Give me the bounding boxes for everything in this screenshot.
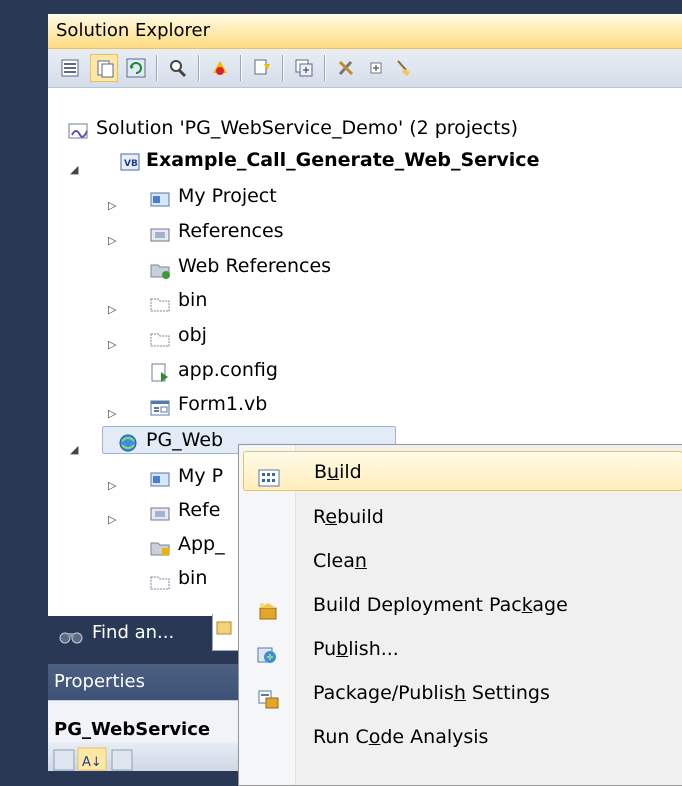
expand-arrow-icon[interactable]: ▷ bbox=[108, 225, 116, 257]
menu-item-label: Package/Publish Settings bbox=[313, 682, 550, 704]
menu-item-label: Publish... bbox=[313, 638, 399, 660]
solution-explorer-title: Solution Explorer bbox=[56, 20, 210, 41]
svg-text:VB: VB bbox=[124, 159, 138, 169]
expand-arrow-icon[interactable]: ▷ bbox=[108, 329, 116, 361]
show-all-files-icon[interactable] bbox=[90, 54, 118, 82]
toolbar-separator bbox=[282, 55, 284, 81]
menu-item-run-code-analysis[interactable]: Run Code Analysis bbox=[243, 717, 682, 757]
properties-icon[interactable] bbox=[56, 54, 84, 82]
publish-icon bbox=[257, 639, 279, 663]
menu-item-label: Build Deployment Package bbox=[313, 594, 568, 616]
config-file-icon bbox=[150, 361, 170, 382]
web-references-folder-icon bbox=[150, 257, 170, 279]
web-project-icon bbox=[118, 431, 138, 452]
expand-arrow-icon[interactable]: ▷ bbox=[108, 190, 116, 222]
menu-item-label: Clean bbox=[313, 550, 367, 572]
toolbar-separator bbox=[324, 55, 326, 81]
menu-item-package-publish-settings[interactable]: Package/Publish Settings bbox=[243, 673, 682, 713]
menu-item-label: Rebuild bbox=[313, 506, 384, 528]
menu-item-clean[interactable]: Clean bbox=[243, 541, 682, 581]
expand-icon[interactable] bbox=[362, 54, 390, 82]
menu-item-build-deployment-package[interactable]: Build Deployment Package bbox=[243, 585, 682, 625]
view-class-diagram-icon[interactable] bbox=[164, 54, 192, 82]
project-context-menu: Build Rebuild Clean Build Deployment Pac… bbox=[238, 444, 682, 786]
sweep-icon[interactable] bbox=[390, 54, 418, 82]
vb-project-icon: VB bbox=[120, 151, 140, 171]
package-settings-icon bbox=[257, 683, 279, 709]
sort-categorized-icon[interactable]: A↓ bbox=[52, 742, 172, 771]
properties-title-bar[interactable]: Properties bbox=[48, 664, 248, 700]
my-project-icon bbox=[150, 187, 170, 207]
toolbar-separator bbox=[198, 55, 200, 81]
refresh-icon[interactable] bbox=[122, 54, 150, 82]
nested-icon[interactable] bbox=[248, 54, 276, 82]
collapse-arrow-icon[interactable]: ◢ bbox=[70, 434, 78, 466]
deploy-package-icon bbox=[257, 595, 279, 620]
menu-item-rebuild[interactable]: Rebuild bbox=[243, 497, 682, 537]
solution-tab-icon bbox=[216, 621, 232, 635]
svg-text:A↓: A↓ bbox=[82, 755, 102, 770]
expand-arrow-icon[interactable]: ▷ bbox=[108, 470, 116, 502]
solution-icon bbox=[68, 119, 88, 139]
my-project-icon bbox=[150, 467, 170, 487]
properties-toolbar: A↓ bbox=[48, 742, 248, 771]
folder-outline-icon bbox=[150, 326, 170, 347]
collapse-arrow-icon[interactable]: ◢ bbox=[70, 154, 78, 186]
form-file-icon bbox=[150, 395, 170, 416]
app-data-folder-icon bbox=[150, 535, 170, 556]
menu-item-label: Build bbox=[314, 461, 362, 483]
menu-item-label: Run Code Analysis bbox=[313, 726, 489, 748]
wrench-icon[interactable] bbox=[332, 54, 360, 82]
solution-explorer-title-bar[interactable]: Solution Explorer bbox=[48, 14, 682, 49]
references-icon bbox=[150, 501, 170, 521]
menu-item-publish[interactable]: Publish... bbox=[243, 629, 682, 669]
build-icon bbox=[258, 462, 280, 487]
toolbar-separator bbox=[156, 55, 158, 81]
toolbar-separator bbox=[240, 55, 242, 81]
expand-arrow-icon[interactable]: ▷ bbox=[108, 504, 116, 536]
folder-outline-icon bbox=[150, 291, 170, 312]
solution-explorer-toolbar bbox=[48, 49, 682, 88]
solution-explorer-tab[interactable] bbox=[212, 614, 240, 651]
references-icon bbox=[150, 222, 170, 242]
folder-outline-icon bbox=[150, 569, 170, 590]
binoculars-icon bbox=[58, 625, 86, 655]
copy-website-icon[interactable] bbox=[290, 54, 318, 82]
find-and-replace-tab[interactable]: Find an... bbox=[48, 618, 208, 650]
expand-arrow-icon[interactable]: ▷ bbox=[108, 294, 116, 326]
extension-icon[interactable] bbox=[206, 54, 234, 82]
menu-item-build[interactable]: Build bbox=[243, 451, 682, 491]
